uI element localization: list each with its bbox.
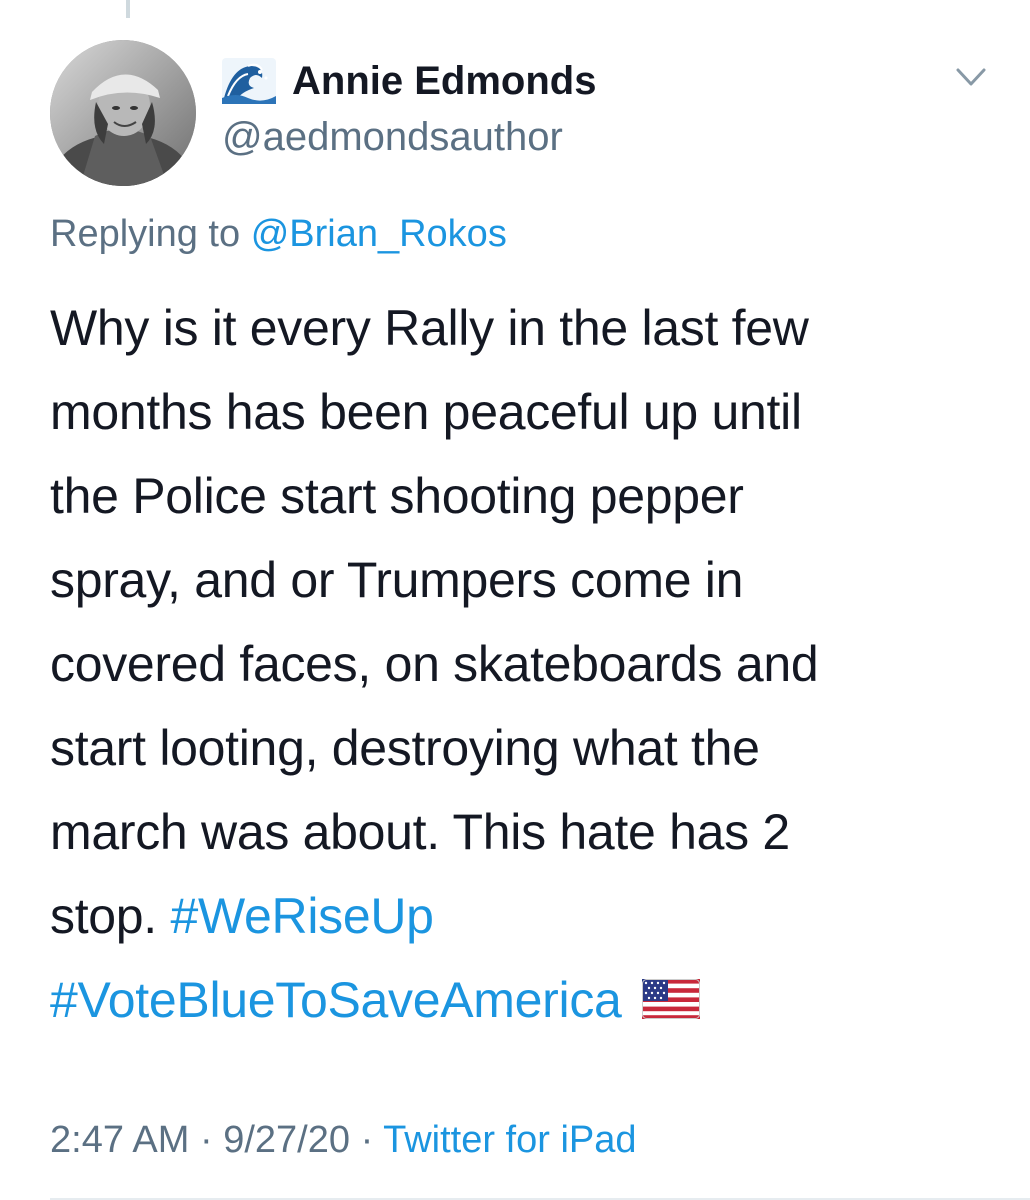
author-name-row[interactable]: Annie Edmonds <box>222 56 596 106</box>
thread-connector-line <box>126 0 130 18</box>
tweet-text-line: march was about. This hate has 2 <box>50 804 790 860</box>
user-handle[interactable]: @aedmondsauthor <box>222 112 563 162</box>
tweet-text-fragment: stop. <box>50 888 157 944</box>
display-name[interactable]: Annie Edmonds <box>292 56 596 106</box>
tweet-text-line: the Police start shooting pepper <box>50 468 744 524</box>
tweet-metadata: 2:47 AM · 9/27/20 · Twitter for iPad <box>50 1114 637 1166</box>
tweet-text-line-hashtag: #VoteBlueToSaveAmerica <box>50 958 1000 1042</box>
meta-separator: · <box>199 1119 213 1161</box>
chevron-down-icon[interactable] <box>954 64 988 90</box>
tweet-date[interactable]: 9/27/20 <box>223 1119 350 1161</box>
replying-to-label: Replying to <box>50 213 241 255</box>
meta-separator: · <box>360 1119 374 1161</box>
replying-to-mention[interactable]: @Brian_Rokos <box>251 213 507 255</box>
tweet-text-line: months has been peaceful up until <box>50 384 802 440</box>
avatar-photo <box>50 40 196 186</box>
tweet-text: Why is it every Rally in the last few mo… <box>50 286 1000 1042</box>
tweet-text-line: start looting, destroying what the <box>50 720 760 776</box>
hashtag-link[interactable]: #VoteBlueToSaveAmerica <box>50 972 622 1028</box>
tweet-text-line-last: stop. #WeRiseUp <box>50 874 1000 958</box>
replying-to: Replying to @Brian_Rokos <box>50 208 507 260</box>
tweet-text-line: covered faces, on skateboards and <box>50 636 819 692</box>
hashtag-link[interactable]: #WeRiseUp <box>171 888 434 944</box>
tweet-source-link[interactable]: Twitter for iPad <box>383 1119 636 1161</box>
us-flag-emoji-icon <box>641 979 700 1019</box>
avatar[interactable] <box>50 40 196 186</box>
tweet-time[interactable]: 2:47 AM <box>50 1119 189 1161</box>
tweet-text-line: Why is it every Rally in the last few <box>50 300 809 356</box>
tweet-text-line: spray, and or Trumpers come in <box>50 552 744 608</box>
wave-emoji-icon <box>222 58 276 104</box>
